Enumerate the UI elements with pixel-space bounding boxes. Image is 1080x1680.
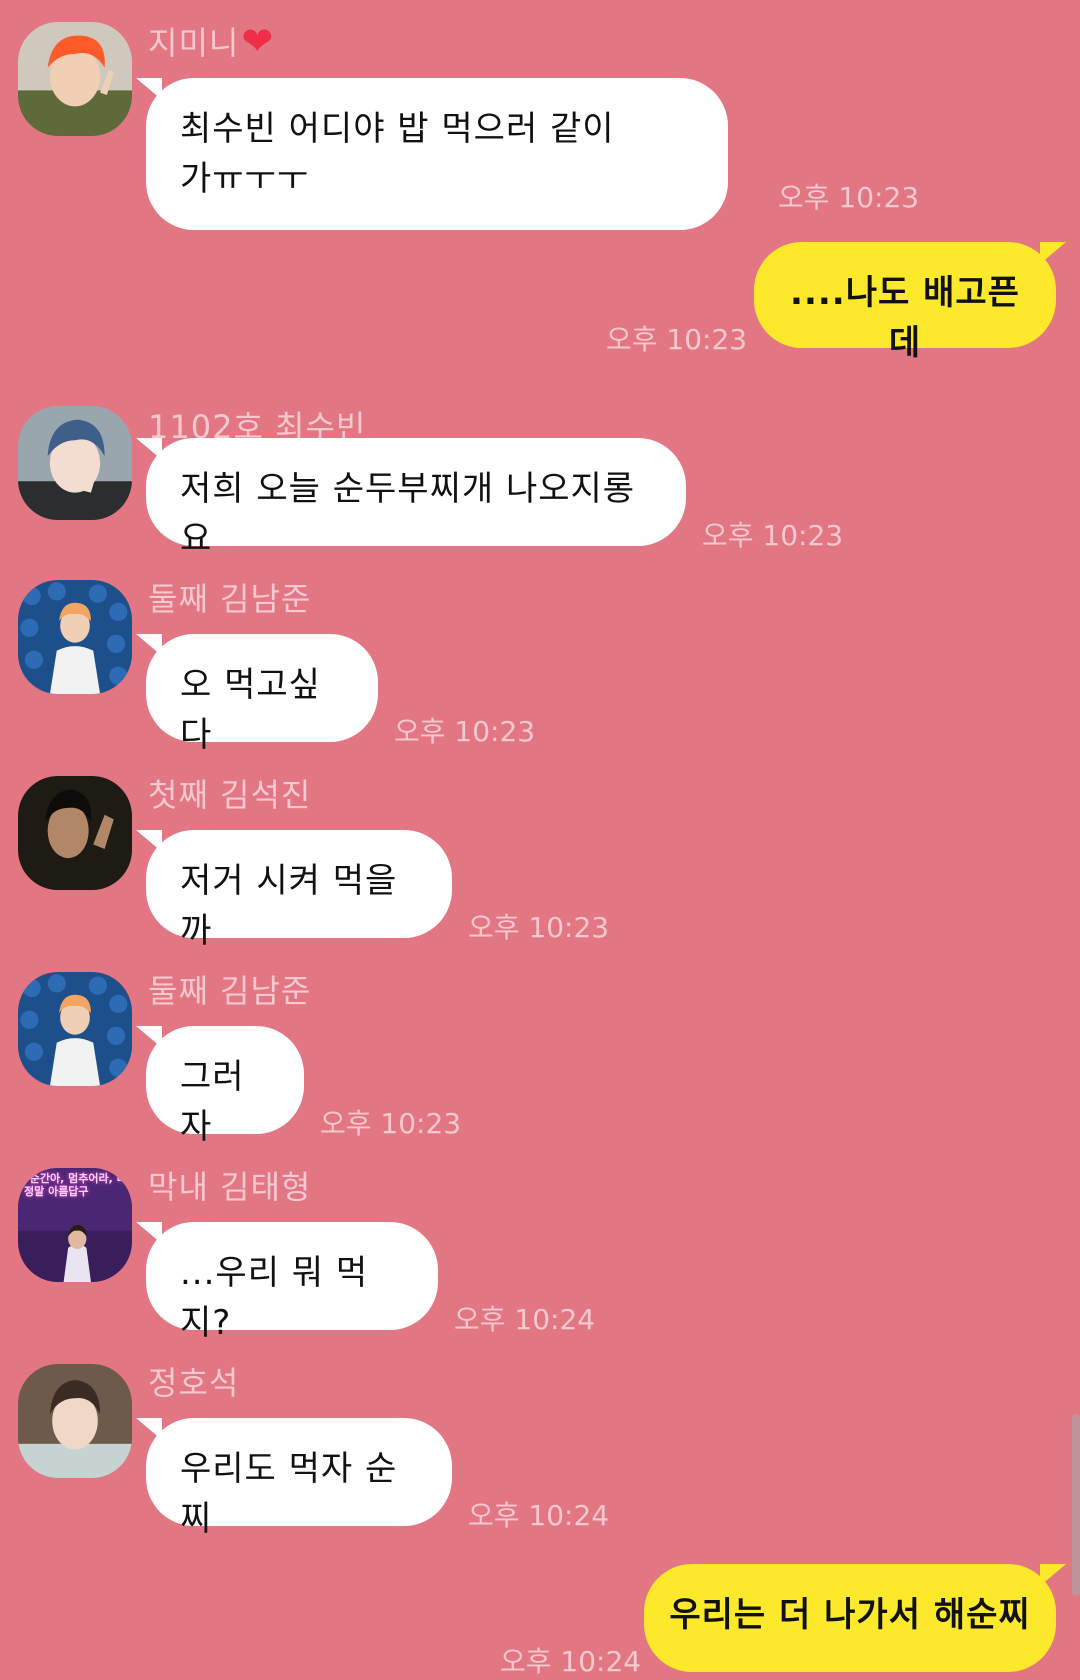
message-time: 오후 10:24 [500,1645,642,1678]
message-bubble[interactable]: 우리는 더 나가서 해순찌 [644,1564,1066,1672]
neon-sign-text: "순간아, 멈추어라, 너 정말 아름답구 [24,1172,127,1198]
sender-name: 둘째 김남준 [148,972,312,1010]
message-bubble[interactable]: 우리도 먹자 순찌 [136,1418,452,1539]
dark-portrait-avatar[interactable] [18,776,132,890]
neon-sign-avatar[interactable]: "순간아, 멈추어라, 너 정말 아름답구 [18,1168,132,1282]
orange-hair-avatar[interactable] [18,22,132,136]
flower-wall-avatar[interactable] [18,972,132,1086]
sender-name: 막내 김태형 [148,1168,312,1206]
message-bubble[interactable]: 그러자 [136,1026,304,1147]
message-time: 오후 10:23 [606,323,748,356]
heart-icon: ❤ [241,19,275,63]
message-bubble[interactable]: 오 먹고싶다 [136,634,378,755]
message-bubble[interactable]: ....나도 배고픈데 [754,242,1066,363]
message-time: 오후 10:23 [778,181,920,214]
message-time: 오후 10:23 [394,715,536,748]
message-bubble[interactable]: 저희 오늘 순두부찌개 나오지롱요 [136,438,686,559]
sender-name: 지미니❤ [148,19,275,63]
sender-name: 둘째 김남준 [148,580,312,618]
message-time: 오후 10:24 [454,1303,596,1336]
message-time: 오후 10:24 [468,1499,610,1532]
sender-name: 정호석 [148,1364,240,1402]
message-time: 오후 10:23 [468,911,610,944]
sender-name: 첫째 김석진 [148,776,312,814]
flower-wall-avatar[interactable] [18,580,132,694]
message-time: 오후 10:23 [320,1107,462,1140]
blue-hair-avatar[interactable] [18,406,132,520]
chat-room: 지미니❤ 최수빈 어디야 밥 먹으러 같이 가ㅠㅜㅜ 오후 10:23 ....… [0,0,1080,1678]
message-time: 오후 10:23 [702,519,844,552]
message-bubble[interactable]: ...우리 뭐 먹지? [136,1222,438,1343]
scrollbar[interactable] [1072,1414,1080,1596]
message-bubble[interactable]: 최수빈 어디야 밥 먹으러 같이 가ㅠㅜㅜ [136,78,728,230]
message-bubble[interactable]: 저거 시켜 먹을까 [136,830,452,951]
portrait-avatar[interactable] [18,1364,132,1478]
